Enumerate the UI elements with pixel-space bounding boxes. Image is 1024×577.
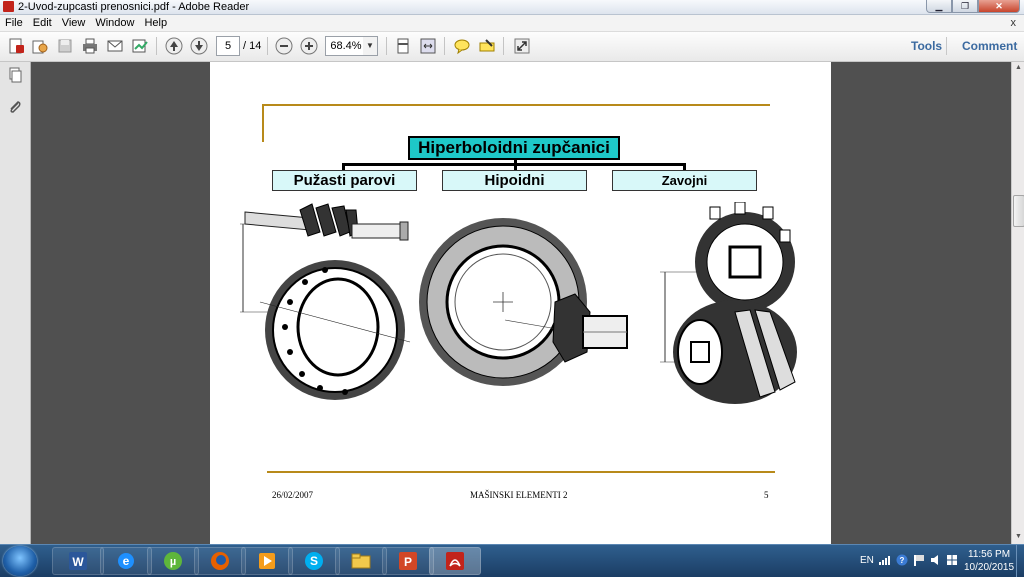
scroll-down-icon[interactable]: ▼: [1014, 532, 1023, 542]
next-page-icon[interactable]: [189, 36, 209, 56]
menu-view[interactable]: View: [57, 15, 91, 31]
svg-text:W: W: [72, 555, 84, 569]
menu-edit[interactable]: Edit: [28, 15, 57, 31]
skype-icon[interactable]: S: [288, 547, 340, 575]
decorative-line: [262, 104, 770, 106]
toolbar: 5 / 14 68.4% ▼: [0, 32, 1024, 62]
volume-icon[interactable]: [930, 554, 942, 566]
menu-bar: File Edit View Window Help x: [0, 15, 1024, 32]
full-screen-icon[interactable]: [512, 36, 532, 56]
category-hypoid: Hipoidni: [442, 170, 587, 191]
help-icon[interactable]: ?: [896, 554, 908, 566]
svg-text:e: e: [123, 554, 130, 568]
create-pdf-icon[interactable]: [6, 36, 26, 56]
menu-help[interactable]: Help: [139, 15, 172, 31]
tools-pane-button[interactable]: Tools: [911, 32, 942, 61]
email-icon[interactable]: [105, 36, 125, 56]
scroll-up-icon[interactable]: ▲: [1014, 63, 1023, 73]
zoom-input[interactable]: 68.4%: [325, 36, 367, 56]
previous-page-icon[interactable]: [164, 36, 184, 56]
print-icon[interactable]: [80, 36, 100, 56]
maximize-button[interactable]: ❐: [952, 0, 978, 13]
windows-tray-icon[interactable]: [946, 554, 958, 566]
taskbar: W e µ S P EN ? 11:56 PM 10/20/2015: [0, 544, 1024, 577]
clock-date[interactable]: 10/20/2015: [964, 562, 1014, 573]
vertical-scrollbar[interactable]: ▲ ▼: [1011, 62, 1024, 544]
title-bar: 2-Uvod-zupcasti prenosnici.pdf - Adobe R…: [0, 0, 1024, 15]
svg-text:S: S: [310, 554, 318, 568]
fit-page-icon[interactable]: [393, 36, 413, 56]
network-icon[interactable]: [878, 554, 890, 566]
attachments-icon[interactable]: [6, 98, 24, 116]
diagram-title: Hiperboloidni zupčanici: [408, 136, 620, 160]
svg-text:?: ?: [900, 556, 905, 565]
internet-explorer-icon[interactable]: e: [100, 547, 152, 575]
sign-icon[interactable]: [130, 36, 150, 56]
menu-file[interactable]: File: [0, 15, 28, 31]
toolbar-separator: [444, 37, 445, 55]
toolbar-separator: [946, 37, 947, 55]
category-worm-gears: Pužasti parovi: [272, 170, 417, 191]
sticky-note-icon[interactable]: [452, 36, 472, 56]
footer-page-number: 5: [764, 490, 769, 500]
footer-date: 26/02/2007: [272, 490, 314, 500]
window-controls: ▁ ❐ ✕: [926, 0, 1020, 13]
file-explorer-icon[interactable]: [335, 547, 387, 575]
zoom-dropdown-chevron-down-icon[interactable]: ▼: [363, 36, 378, 56]
utorrent-icon[interactable]: µ: [147, 547, 199, 575]
window-title: 2-Uvod-zupcasti prenosnici.pdf - Adobe R…: [18, 1, 250, 13]
zoom-out-icon[interactable]: [274, 36, 294, 56]
helical-gear-illustration: [660, 202, 797, 404]
toolbar-separator: [503, 37, 504, 55]
zoom-in-icon[interactable]: [299, 36, 319, 56]
page-total: / 14: [243, 40, 262, 52]
page-number-input[interactable]: 5: [216, 36, 240, 56]
menu-window[interactable]: Window: [90, 15, 139, 31]
svg-text:µ: µ: [170, 556, 176, 568]
decorative-line: [267, 471, 775, 473]
highlight-icon[interactable]: [477, 36, 497, 56]
toolbar-separator: [267, 37, 268, 55]
adobe-reader-icon[interactable]: [429, 547, 481, 575]
minimize-button[interactable]: ▁: [926, 0, 952, 13]
clock-time[interactable]: 11:56 PM: [968, 549, 1010, 560]
language-indicator[interactable]: EN: [860, 555, 874, 566]
navigation-pane: [0, 62, 31, 544]
worm-gear-illustration: [240, 203, 411, 400]
close-document-button[interactable]: x: [1011, 15, 1017, 31]
hypoid-gear-illustration: [419, 218, 628, 386]
toolbar-separator: [156, 37, 157, 55]
comment-pane-button[interactable]: Comment: [962, 32, 1017, 61]
fit-width-icon[interactable]: [418, 36, 438, 56]
open-icon[interactable]: [30, 36, 50, 56]
category-helical: Zavojni: [612, 170, 757, 191]
close-window-button[interactable]: ✕: [978, 0, 1020, 13]
save-icon[interactable]: [55, 36, 75, 56]
adobe-reader-icon: [3, 1, 14, 12]
pdf-page: Hiperboloidni zupčanici Pužasti parovi H…: [210, 62, 831, 544]
powerpoint-icon[interactable]: P: [382, 547, 434, 575]
flag-icon[interactable]: [913, 554, 925, 566]
toolbar-separator: [386, 37, 387, 55]
svg-text:P: P: [404, 555, 412, 569]
firefox-icon[interactable]: [194, 547, 246, 575]
start-button-windows-icon[interactable]: [3, 546, 37, 576]
media-player-icon[interactable]: [241, 547, 293, 575]
footer-course: MAŠINSKI ELEMENTI 2: [470, 490, 568, 500]
page-thumbnails-icon[interactable]: [6, 66, 24, 84]
decorative-line: [262, 104, 264, 142]
show-desktop-button[interactable]: [1016, 545, 1024, 577]
scrollbar-thumb[interactable]: [1013, 195, 1024, 227]
word-icon[interactable]: W: [52, 547, 104, 575]
